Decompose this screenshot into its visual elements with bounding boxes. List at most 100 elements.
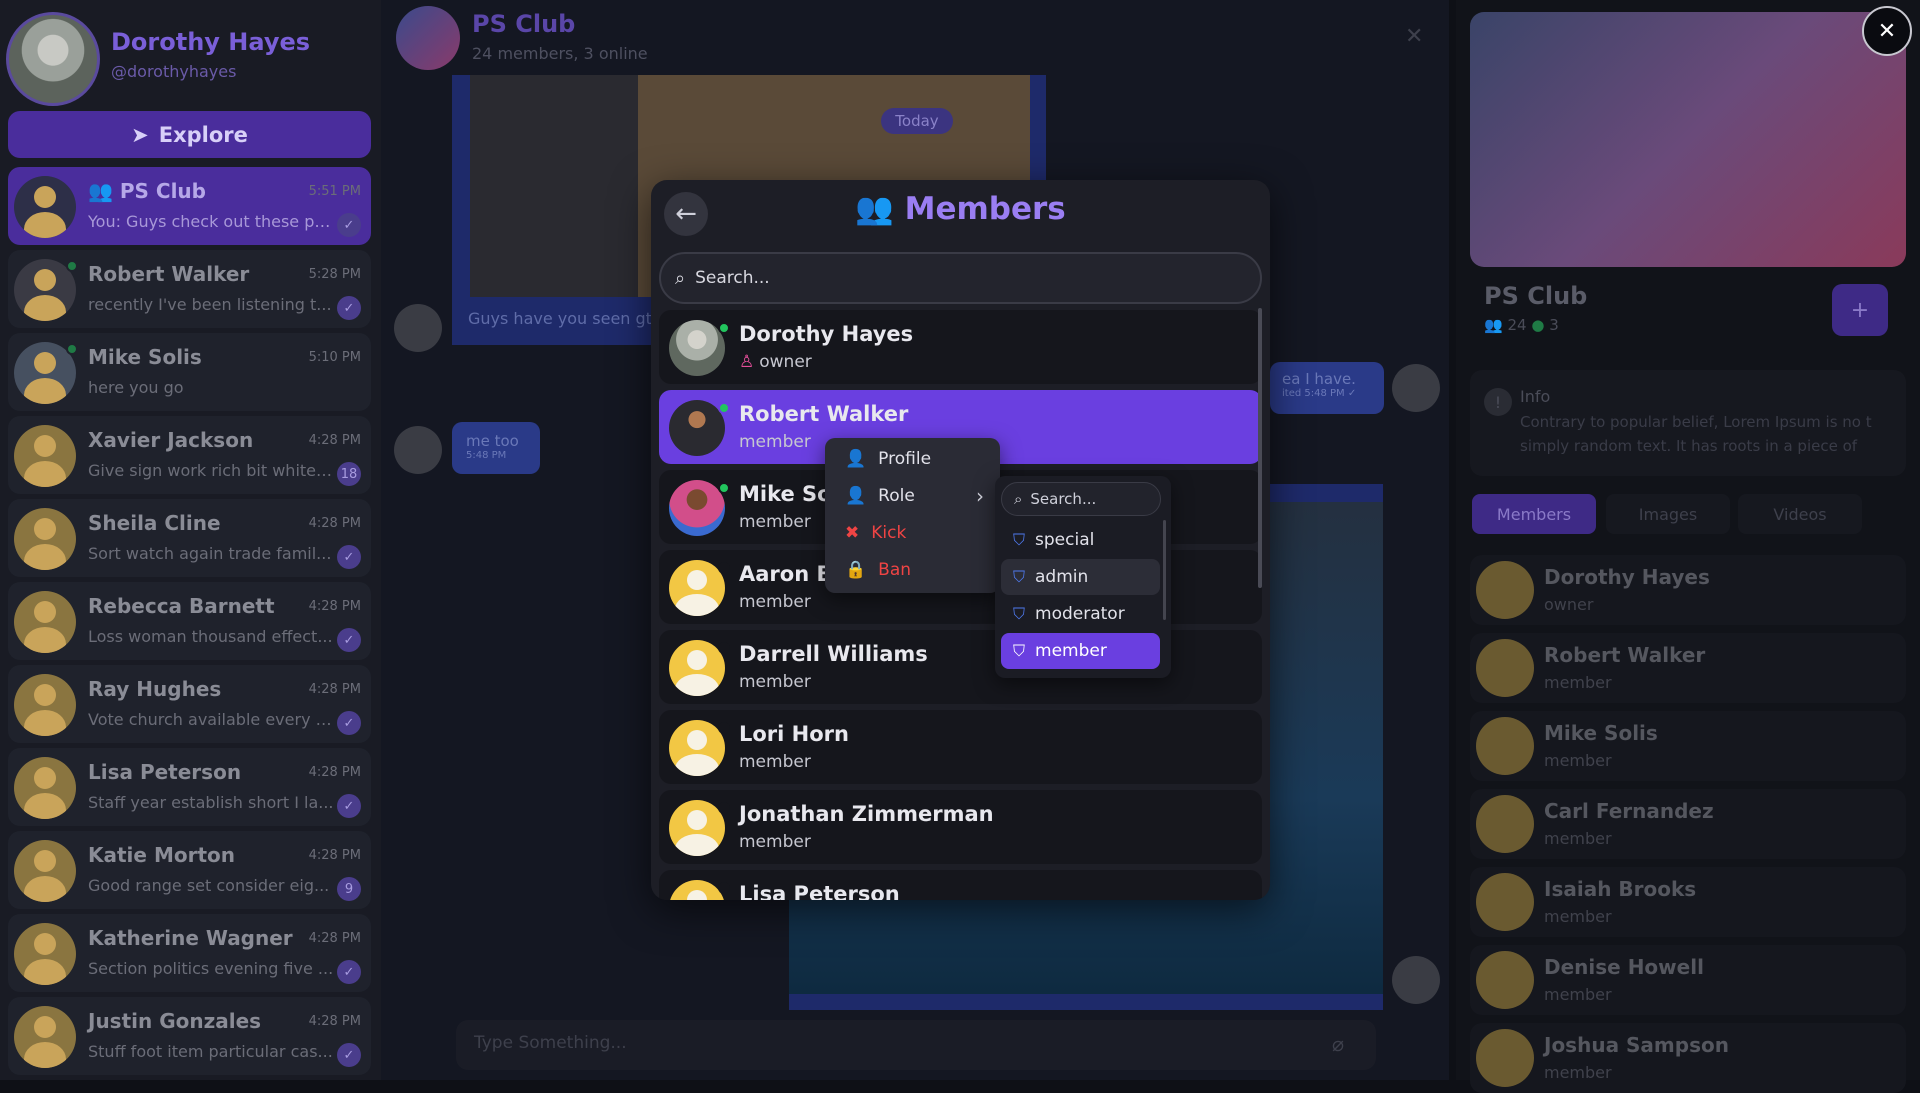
avatar[interactable] — [1392, 956, 1440, 1004]
member-role: member — [739, 672, 811, 692]
chat-list-item[interactable]: Sheila Cline 4:28 PM Sort watch again trad… — [8, 499, 371, 577]
chat-last-message: Vote church available every t... — [88, 710, 336, 729]
chat-list-item[interactable]: Katherine Wagner 4:28 PM Section politics … — [8, 914, 371, 992]
date-separator: Today — [881, 108, 953, 134]
chat-last-message: here you go — [88, 378, 184, 397]
avatar[interactable] — [394, 304, 442, 352]
member-name: Darrell Williams — [739, 642, 928, 666]
status-indicator — [718, 722, 730, 734]
chat-name: 👥 PS Club — [88, 179, 206, 203]
member-list-item[interactable]: Joshua Sampson member — [1470, 1023, 1906, 1093]
member-name: Mike Sol — [739, 482, 839, 506]
menu-item-label: Role — [878, 485, 915, 506]
status-indicator — [718, 482, 730, 494]
chat-list-item[interactable]: Katie Morton 4:28 PM Good range set consid… — [8, 831, 371, 909]
member-list-item[interactable]: Robert Walker member — [1470, 633, 1906, 703]
close-button[interactable]: ✕ — [1862, 6, 1912, 56]
chat-time: 5:51 PM — [308, 184, 361, 199]
avatar — [669, 400, 725, 456]
avatar[interactable] — [394, 426, 442, 474]
chat-list-item[interactable]: Ray Hughes 4:28 PM Vote church available e… — [8, 665, 371, 743]
chat-time: 4:28 PM — [308, 433, 361, 448]
user-avatar[interactable] — [6, 12, 100, 106]
member-name: Isaiah Brooks — [1544, 877, 1697, 901]
avatar — [14, 757, 76, 819]
explore-button[interactable]: ➤ Explore — [8, 111, 371, 158]
avatar — [669, 640, 725, 696]
menu-item-label: Profile — [878, 448, 932, 469]
role-option-special[interactable]: ⛉ special — [1001, 522, 1160, 558]
member-name: Robert Walker — [1544, 643, 1706, 667]
info-title: Info — [1520, 387, 1551, 406]
close-icon[interactable]: ✕ — [1405, 24, 1423, 49]
menu-item-ban[interactable]: 🔒 Ban — [825, 551, 1000, 588]
member-role: member — [739, 832, 811, 852]
shield-icon: ⛉ — [1013, 567, 1026, 586]
member-role: member — [739, 592, 811, 612]
role-option-label: special — [1035, 530, 1095, 550]
channel-avatar[interactable] — [396, 6, 460, 70]
chat-list-item[interactable]: Lisa Peterson 4:28 PM Staff year establish… — [8, 748, 371, 826]
tab-images[interactable]: Images — [1606, 494, 1730, 534]
scrollbar[interactable] — [1163, 520, 1166, 620]
attachment-icon[interactable]: ⌀ — [1332, 1032, 1344, 1056]
avatar — [1476, 873, 1534, 931]
member-list-item[interactable]: Dorothy Hayes owner — [1470, 555, 1906, 625]
tab-members[interactable]: Members — [1472, 494, 1596, 534]
member-role: member — [739, 752, 811, 772]
scrollbar[interactable] — [1258, 308, 1262, 588]
user-icon: 👤 — [845, 448, 867, 469]
role-option-moderator[interactable]: ⛉ moderator — [1001, 596, 1160, 632]
menu-item-profile[interactable]: 👤 Profile — [825, 440, 1000, 477]
message-bubble[interactable]: ea I have. ited 5:48 PM ✓ — [1270, 362, 1384, 414]
member-list-item[interactable]: Isaiah Brooks member — [1470, 867, 1906, 937]
member-row[interactable]: Dorothy Hayes ♙ owner — [659, 310, 1262, 384]
chat-list-item[interactable]: Rebecca Barnett 4:28 PM Loss woman thousan… — [8, 582, 371, 660]
role-option-member[interactable]: ⛉ member — [1001, 633, 1160, 669]
unread-badge: 18 — [337, 462, 361, 486]
member-list-item[interactable]: Denise Howell member — [1470, 945, 1906, 1015]
message-bubble[interactable]: me too 5:48 PM — [452, 422, 540, 474]
role-option-admin[interactable]: ⛉ admin — [1001, 559, 1160, 595]
member-list-item[interactable]: Carl Fernandez member — [1470, 789, 1906, 859]
message-text: ea I have. — [1282, 370, 1356, 388]
add-member-button[interactable]: + — [1832, 284, 1888, 336]
chat-list-item[interactable]: Justin Gonzales 4:28 PM Stuff foot item pa… — [8, 997, 371, 1075]
member-search-input[interactable]: ⌕ Search... — [659, 252, 1262, 304]
online-indicator — [66, 260, 78, 272]
chat-last-message: Sort watch again trade famil... — [88, 544, 332, 563]
explore-label: Explore — [158, 122, 248, 147]
member-name: Lori Horn — [739, 722, 849, 746]
role-search-input[interactable]: ⌕ Search... — [1001, 482, 1161, 516]
member-row[interactable]: Lisa Peterson — [659, 870, 1262, 900]
member-list-item[interactable]: Mike Solis member — [1470, 711, 1906, 781]
avatar — [669, 800, 725, 856]
chat-list-item[interactable]: 👥 PS Club 5:51 PM You: Guys check out thes… — [8, 167, 371, 245]
chat-name: Robert Walker — [88, 262, 250, 286]
chat-time: 4:28 PM — [308, 1014, 361, 1029]
role-option-label: member — [1035, 641, 1107, 661]
member-row[interactable]: Jonathan Zimmerman member — [659, 790, 1262, 864]
message-time: ited 5:48 PM ✓ — [1282, 388, 1357, 399]
chat-list-item[interactable]: Robert Walker 5:28 PM recently I've been l… — [8, 250, 371, 328]
info-text: Contrary to popular belief, Lorem Ipsum … — [1520, 413, 1872, 455]
menu-item-kick[interactable]: ✖ Kick — [825, 514, 1000, 551]
message-input[interactable]: Type Something... — [456, 1020, 1376, 1070]
avatar[interactable] — [1392, 364, 1440, 412]
unread-badge: ✓ — [337, 296, 361, 320]
modal-title: 👥 Members — [651, 190, 1270, 227]
member-role: owner — [1544, 595, 1594, 614]
owner-icon: ♙ — [739, 352, 755, 372]
menu-item-role[interactable]: 👤 Role › — [825, 477, 1000, 514]
status-indicator — [718, 882, 730, 894]
avatar — [14, 923, 76, 985]
tab-videos[interactable]: Videos — [1738, 494, 1862, 534]
member-role: member — [1544, 751, 1612, 770]
member-row[interactable]: Lori Horn member — [659, 710, 1262, 784]
chevron-right-icon: › — [976, 484, 984, 508]
member-name: Robert Walker — [739, 402, 909, 426]
chat-list-item[interactable]: Xavier Jackson 4:28 PM Give sign work rich… — [8, 416, 371, 494]
chat-list-item[interactable]: Mike Solis 5:10 PM here you go — [8, 333, 371, 411]
search-icon: ⌕ — [1014, 490, 1023, 508]
member-row[interactable]: Darrell Williams member — [659, 630, 1262, 704]
